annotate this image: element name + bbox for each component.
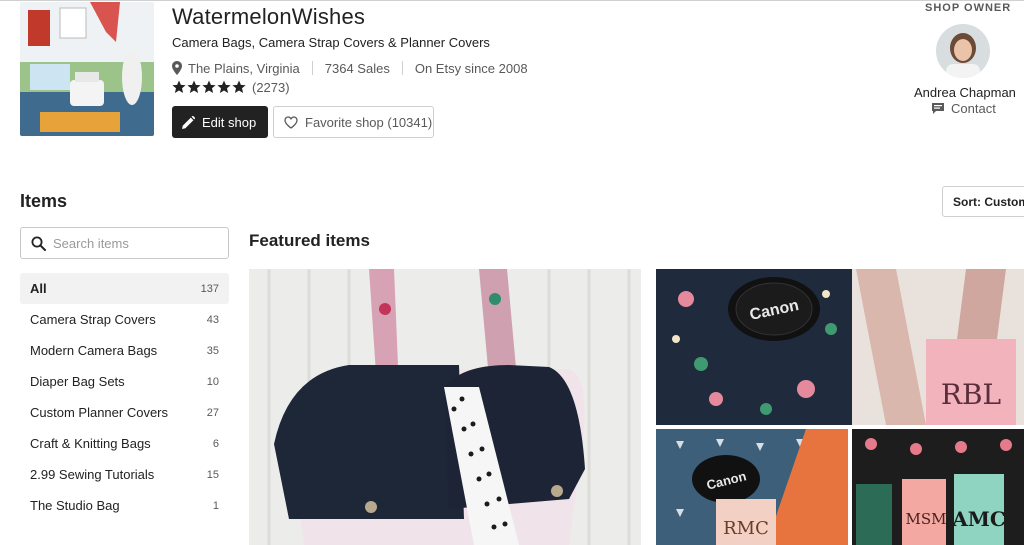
category-count: 10 [206, 375, 219, 388]
edit-shop-button[interactable]: Edit shop [172, 106, 268, 138]
star-icon [217, 80, 231, 93]
shop-banner-photo[interactable] [20, 2, 154, 136]
category-list: All 137 Camera Strap Covers 43 Modern Camera… [20, 273, 229, 521]
category-count: 35 [206, 344, 219, 357]
featured-item-camera-bag[interactable] [249, 269, 641, 545]
category-label: Custom Planner Covers [30, 405, 168, 420]
star-icon [202, 80, 216, 93]
search-items-box[interactable] [20, 227, 229, 259]
shop-sales[interactable]: 7364 Sales [325, 61, 390, 76]
monogram-text: RBL [941, 378, 1001, 411]
sidebar-category-item[interactable]: Craft & Knitting Bags 6 [20, 428, 229, 459]
search-icon [31, 236, 46, 251]
items-heading: Items [20, 191, 68, 211]
category-label: Camera Strap Covers [30, 312, 156, 327]
category-count: 43 [206, 313, 219, 326]
monogram-text: AMC [951, 507, 1006, 531]
location-pin-icon [172, 61, 182, 75]
star-icon [172, 80, 186, 93]
sidebar-category-item[interactable]: Modern Camera Bags 35 [20, 335, 229, 366]
category-count: 1 [212, 499, 219, 512]
category-label: 2.99 Sewing Tutorials [30, 467, 155, 482]
message-icon [932, 103, 944, 114]
sidebar-category-item[interactable]: Custom Planner Covers 27 [20, 397, 229, 428]
shop-owner-label: SHOP OWNER [925, 2, 1012, 14]
owner-avatar[interactable] [936, 24, 990, 78]
pencil-icon [182, 115, 195, 129]
rating-stars [172, 80, 246, 94]
meta-divider [401, 61, 403, 75]
shop-since: On Etsy since 2008 [414, 60, 528, 76]
sidebar-category-item[interactable]: All 137 [20, 273, 229, 304]
star-icon [187, 80, 201, 93]
featured-item-planner-straps[interactable]: Canon RMC MSM AMC [656, 429, 1024, 545]
search-items-input[interactable] [53, 235, 223, 251]
shop-name: WatermelonWishes [172, 4, 366, 29]
category-count: 27 [206, 406, 219, 419]
category-label: Modern Camera Bags [30, 343, 158, 358]
featured-items-heading: Featured items [249, 231, 370, 250]
owner-name[interactable]: Andrea Chapman [914, 85, 1016, 100]
featured-item-strap-covers[interactable]: Canon RBL [656, 269, 1024, 425]
heart-icon [284, 115, 298, 129]
monogram-text: RMC [723, 518, 769, 539]
top-border [0, 0, 1024, 1]
category-count: 6 [212, 437, 219, 450]
sidebar-category-item[interactable]: The Studio Bag 1 [20, 490, 229, 521]
star-icon [232, 80, 246, 93]
category-count: 137 [200, 282, 219, 295]
favorite-shop-button[interactable]: Favorite shop (10341) [273, 106, 434, 138]
sidebar-category-item[interactable]: Camera Strap Covers 43 [20, 304, 229, 335]
monogram-text: MSM [906, 510, 947, 528]
meta-divider [311, 61, 313, 75]
shop-rating[interactable]: (2273) [172, 78, 290, 96]
edit-shop-label: Edit shop [202, 114, 257, 130]
category-label: Diaper Bag Sets [30, 374, 125, 389]
shop-meta-row: The Plains, Virginia 7364 Sales On Etsy … [172, 60, 528, 76]
review-count[interactable]: (2273) [252, 80, 290, 95]
favorite-shop-label: Favorite shop (10341) [305, 114, 433, 130]
category-label: The Studio Bag [30, 498, 120, 513]
contact-label: Contact [951, 101, 996, 116]
sort-dropdown[interactable]: Sort: Custom [942, 186, 1024, 217]
shop-location: The Plains, Virginia [188, 60, 300, 76]
category-label: All [30, 281, 47, 296]
category-label: Craft & Knitting Bags [30, 436, 151, 451]
shop-tagline: Camera Bags, Camera Strap Covers & Plann… [172, 35, 490, 50]
sidebar-category-item[interactable]: 2.99 Sewing Tutorials 15 [20, 459, 229, 490]
category-count: 15 [206, 468, 219, 481]
sidebar-category-item[interactable]: Diaper Bag Sets 10 [20, 366, 229, 397]
contact-owner-link[interactable]: Contact [932, 101, 996, 116]
